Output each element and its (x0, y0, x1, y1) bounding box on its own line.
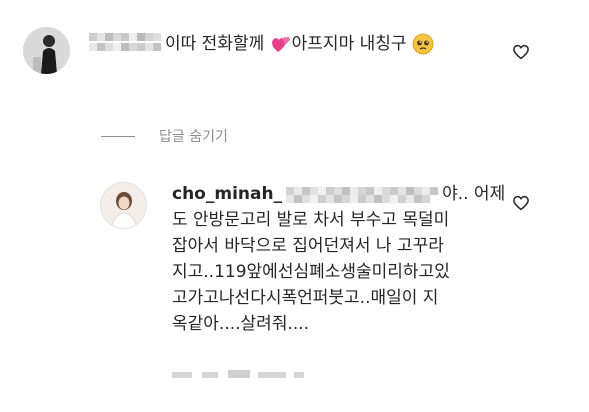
avatar-photo (101, 183, 146, 228)
pleading-face-emoji (412, 33, 434, 55)
hide-replies-label: 답글 숨기기 (159, 129, 228, 145)
comment-text-line: 잡아서 바닥으로 집어던져서 나 고꾸라 (172, 236, 444, 256)
comment-text-line: 옥같아....살려줘.... (172, 314, 310, 334)
comment-text-part-2: 아프지마 내칭구 (291, 34, 407, 54)
censored-username (89, 33, 163, 53)
two-hearts-emoji (271, 37, 290, 52)
like-button[interactable] (512, 194, 530, 212)
username-link[interactable]: cho_minah_ (172, 184, 282, 204)
heart-outline-icon (513, 195, 529, 211)
heart-outline-icon (513, 44, 529, 60)
like-button[interactable] (512, 43, 530, 61)
comment-text-part-1: 이따 전화할께 (165, 34, 265, 54)
comment-text-line: 야.. 어제 (442, 184, 506, 204)
cropped-comment-meta (172, 366, 322, 382)
comment-line: cho_minah_ 야.. 어제 (172, 181, 506, 207)
comment-text-line: 고가고나선다시폭언퍼붓고..매일이 지 (172, 288, 439, 308)
avatar[interactable] (100, 182, 147, 229)
hide-replies-button[interactable]: 답글 숨기기 (101, 124, 228, 148)
comment-body: cho_minah_ 야.. 어제 도 안방문고리 발로 차서 부수고 목덜미 … (172, 181, 506, 337)
avatar[interactable] (23, 27, 70, 74)
comment-text-line: 도 안방문고리 발로 차서 부수고 목덜미 (172, 210, 450, 230)
comment-text: 이따 전화할께 아프지마 내칭구 (165, 31, 434, 57)
avatar-photo (23, 27, 70, 74)
censored-username-part (282, 185, 442, 203)
cropped-meta-glyphs (172, 370, 304, 378)
replies-divider (101, 135, 135, 137)
comment-text-line: 지고..119앞에선심폐소생술미리하고있 (172, 262, 450, 282)
